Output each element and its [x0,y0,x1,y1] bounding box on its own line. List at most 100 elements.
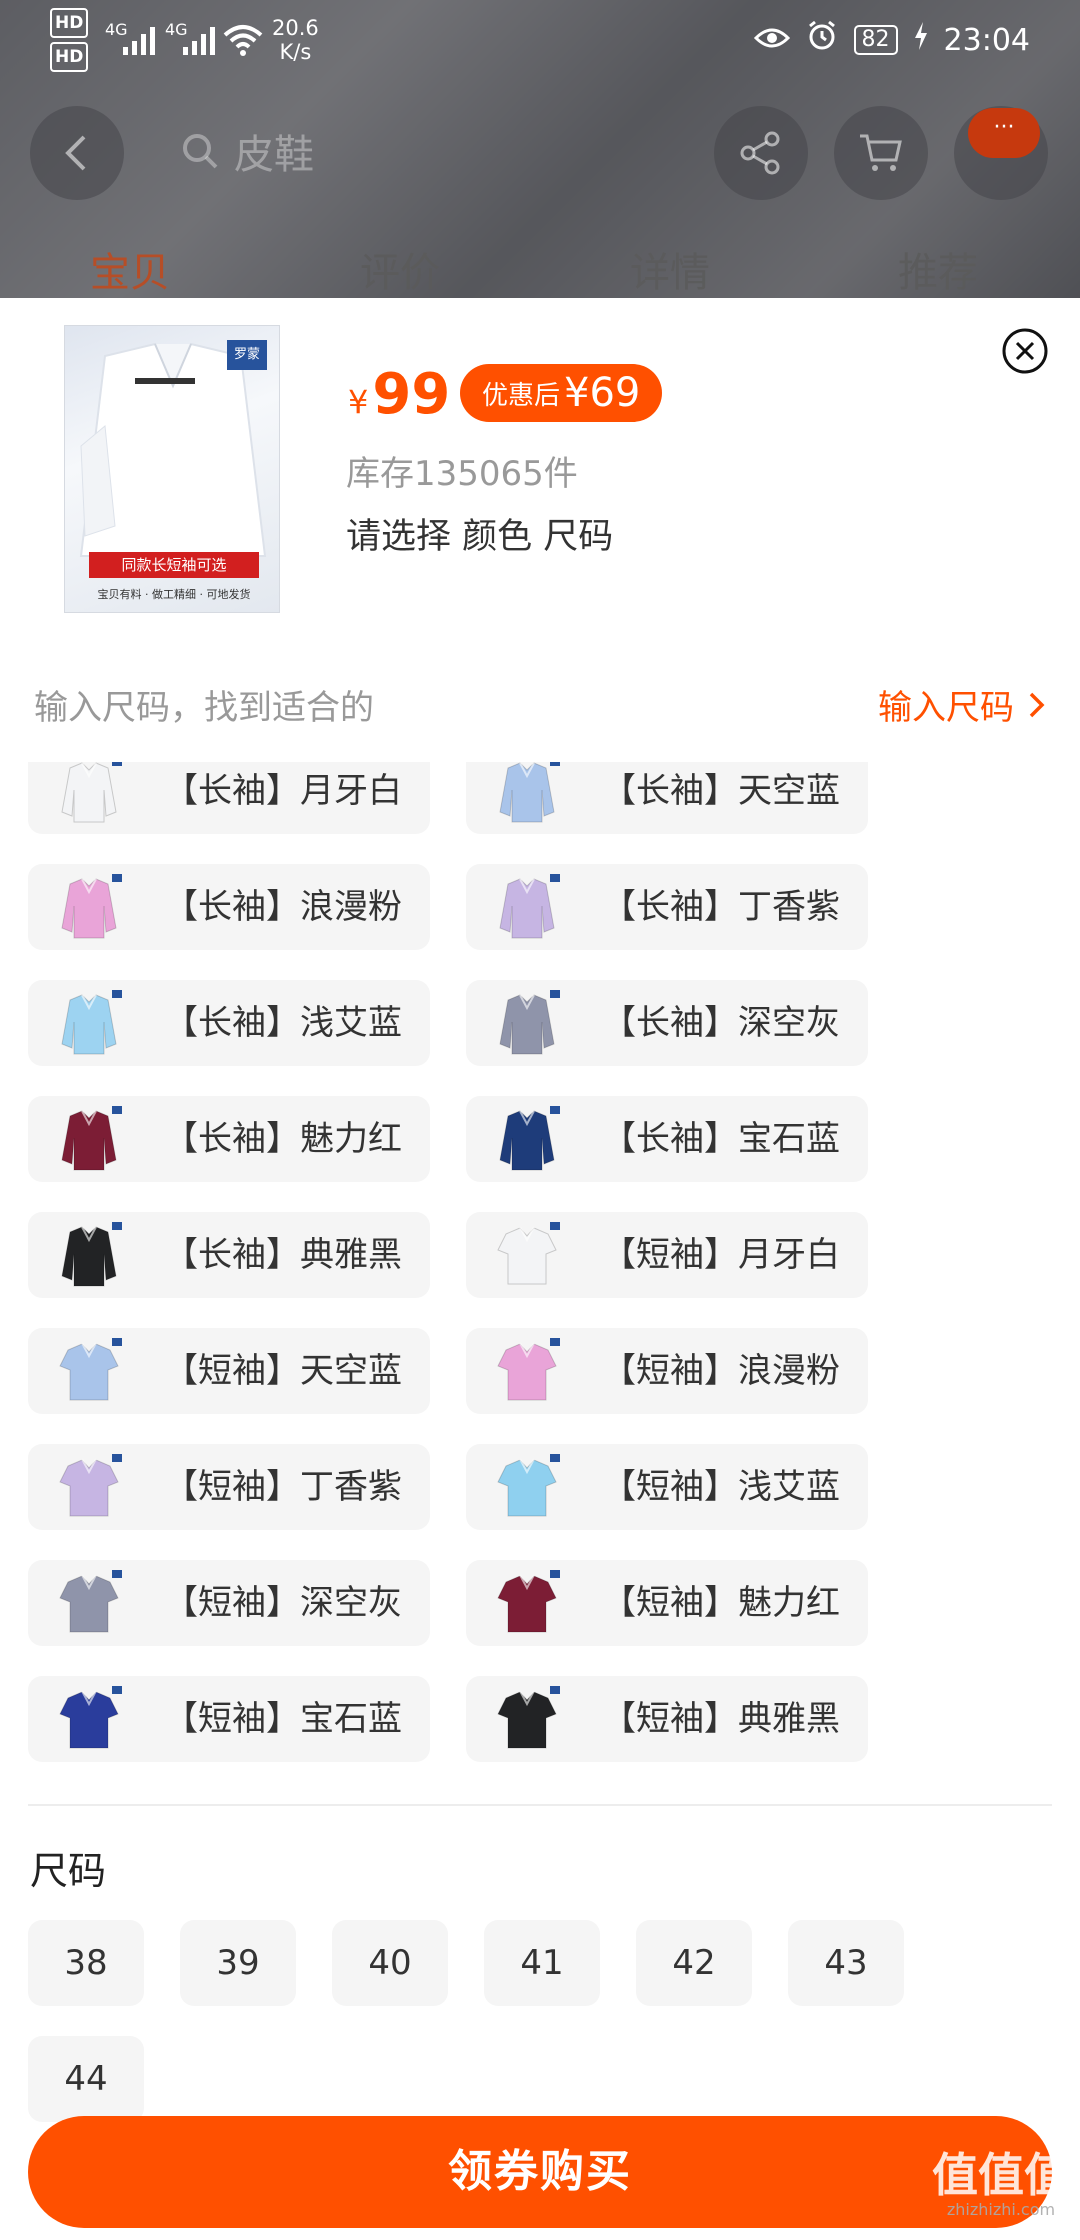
shirt-thumbnail-icon [61,1222,122,1287]
cart-button[interactable] [834,106,928,200]
chevron-left-icon [65,135,86,171]
color-option[interactable]: 【长袖】深空灰 [466,980,868,1066]
color-option[interactable]: 【短袖】宝石蓝 [28,1676,430,1762]
net-speed-unit: K/s [279,40,312,64]
color-option-label: 【长袖】典雅黑 [164,1235,402,1275]
color-option[interactable]: 【短袖】浪漫粉 [466,1328,868,1414]
hd-badge-2: HD [50,42,89,72]
brand-logo: 罗蒙 [227,340,267,370]
shirt-thumbnail-icon [497,1222,560,1285]
shirt-thumbnail-icon [499,874,560,939]
net-speed-value: 20.6 [272,16,319,40]
tab-item[interactable]: 宝贝 [90,240,170,298]
color-option[interactable]: 【长袖】魅力红 [28,1096,430,1182]
color-option[interactable]: 【长袖】浪漫粉 [28,864,430,950]
color-option-label: 【短袖】浅艾蓝 [602,1467,840,1507]
color-option[interactable]: 【长袖】丁香紫 [466,864,868,950]
tab-recommend[interactable]: 推荐 [898,240,978,298]
cart-icon [860,134,902,171]
size-input-link[interactable]: 输入尺码 [878,680,1046,729]
hd-indicator: HD HD [50,8,89,72]
share-icon [740,131,780,175]
size-section-title: 尺码 [30,1849,107,1893]
close-button[interactable] [1000,326,1050,376]
net-speed: 20.6 K/s [272,0,319,80]
tab-details[interactable]: 详情 [630,240,710,298]
chevron-right-icon [1029,692,1045,717]
color-option-label: 【长袖】浅艾蓝 [164,1003,402,1043]
color-option-label: 【短袖】魅力红 [602,1583,840,1623]
share-button[interactable] [714,106,808,200]
color-option[interactable]: 【长袖】月牙白 [28,762,430,834]
shirt-thumbnail-icon [499,1106,560,1171]
shirt-thumbnail-icon [59,1454,122,1517]
color-option[interactable]: 【长袖】浅艾蓝 [28,980,430,1066]
color-option[interactable]: 【短袖】魅力红 [466,1560,868,1646]
size-option[interactable]: 42 [636,1920,752,2006]
coupon-label: 优惠后 [482,380,561,411]
back-button[interactable] [30,106,124,200]
signal-2-icon: 4G [165,0,215,80]
color-options: 【长袖】月牙白 【长袖】天空蓝【长袖】浪漫粉 【长袖】丁香紫【长袖】浅艾蓝 【长袖】深… [28,762,1052,1772]
color-option-label: 【短袖】天空蓝 [164,1351,402,1391]
charging-icon [914,22,928,58]
tab-reviews[interactable]: 评价 [360,240,440,298]
size-option[interactable]: 39 [180,1920,296,2006]
divider [28,1804,1052,1806]
price-value: 99 [372,362,451,427]
shirt-thumbnail-icon [499,990,560,1055]
color-option-label: 【长袖】天空蓝 [602,771,840,811]
shirt-thumbnail-icon [59,1570,122,1633]
signal-1-icon: 4G [105,0,155,80]
size-option[interactable]: 44 [28,2036,144,2122]
bg-tabs: 宝贝 评价 详情 推荐 [0,240,1080,298]
color-option-label: 【短袖】月牙白 [602,1235,840,1275]
color-option-label: 【长袖】月牙白 [164,771,402,811]
color-option-label: 【长袖】浪漫粉 [164,887,402,927]
image-banner: 同款长短袖可选 [89,552,259,578]
selection-hint: 请选择 颜色 尺码 [346,517,614,557]
color-option[interactable]: 【短袖】浅艾蓝 [466,1444,868,1530]
size-option[interactable]: 40 [332,1920,448,2006]
status-right: 82 23:04 [753,0,1030,80]
color-option-label: 【短袖】深空灰 [164,1583,402,1623]
battery-indicator: 82 [853,25,898,55]
image-subtext: 宝贝有料 · 做工精细 · 可地发货 [97,588,251,601]
watermark-logo: 值值值 [932,2148,1070,2202]
color-option[interactable]: 【长袖】天空蓝 [466,762,868,834]
shirt-thumbnail-icon [59,1338,122,1401]
shirt-thumbnail-icon [61,762,122,823]
hd-badge-1: HD [50,8,89,38]
shirt-thumbnail-icon [499,762,560,823]
color-option-label: 【长袖】深空灰 [602,1003,840,1043]
color-option-label: 【长袖】丁香紫 [602,887,840,927]
size-input-link-label: 输入尺码 [878,688,1014,728]
size-option[interactable]: 38 [28,1920,144,2006]
color-option[interactable]: 【短袖】典雅黑 [466,1676,868,1762]
product-thumbnail[interactable]: 罗蒙 同款长短袖可选 宝贝有料 · 做工精细 · 可地发货 [64,325,280,613]
price: ¥ 99 [348,362,450,427]
stock-count: 库存135065件 [346,454,578,494]
alarm-icon [806,20,838,60]
color-option[interactable]: 【短袖】天空蓝 [28,1328,430,1414]
more-badge[interactable]: ··· [968,108,1040,158]
bg-search-text: 皮鞋 [234,132,314,178]
close-icon [1002,328,1048,374]
color-option-label: 【长袖】魅力红 [164,1119,402,1159]
color-option[interactable]: 【短袖】丁香紫 [28,1444,430,1530]
size-input-row[interactable]: 输入尺码，找到适合的 输入尺码 [34,680,1046,736]
status-bar: HD HD 4G 4G 20.6 K/s 82 23:04 [0,0,1080,80]
color-option[interactable]: 【长袖】宝石蓝 [466,1096,868,1182]
shirt-thumbnail-icon [497,1686,560,1749]
color-option-label: 【短袖】浪漫粉 [602,1351,840,1391]
bg-search[interactable]: 皮鞋 [180,122,314,180]
coupon-buy-button[interactable]: 领券购买 [28,2116,1052,2228]
size-option[interactable]: 41 [484,1920,600,2006]
color-option[interactable]: 【短袖】深空灰 [28,1560,430,1646]
wifi-icon [222,0,264,80]
color-option[interactable]: 【长袖】典雅黑 [28,1212,430,1298]
color-option[interactable]: 【短袖】月牙白 [466,1212,868,1298]
size-option[interactable]: 43 [788,1920,904,2006]
shirt-thumbnail-icon [59,1686,122,1749]
shirt-thumbnail-icon [497,1454,560,1517]
